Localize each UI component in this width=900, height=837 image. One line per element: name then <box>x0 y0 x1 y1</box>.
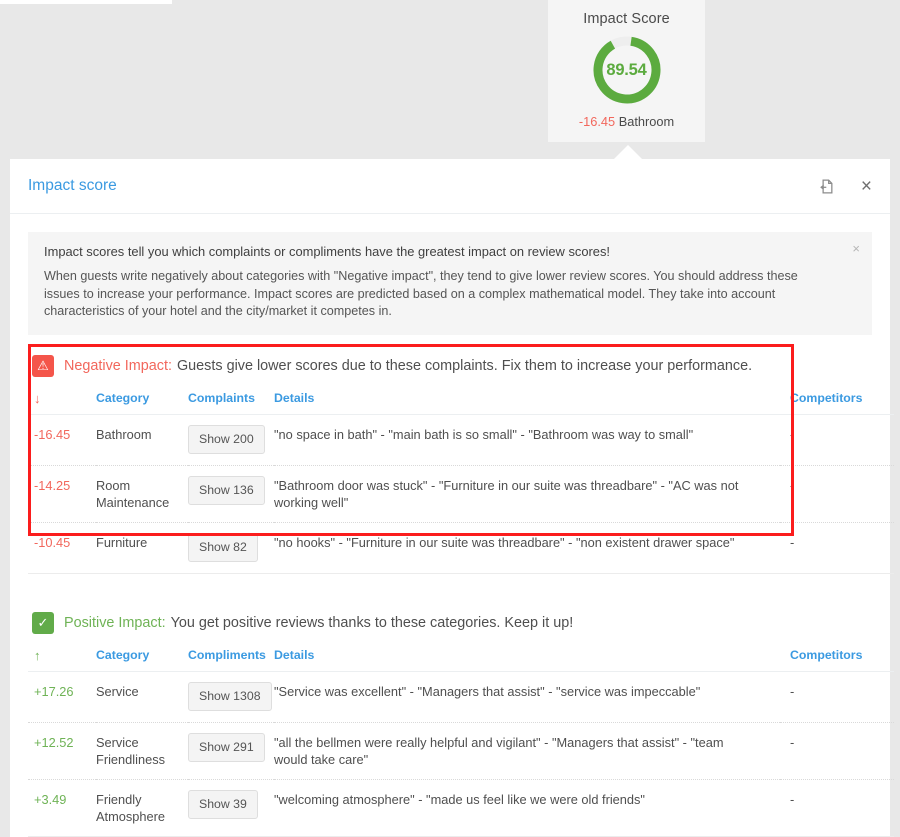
impact-score-subline: -16.45 Bathroom <box>548 114 705 129</box>
page-title: Impact score <box>28 177 117 194</box>
row-competitors: - <box>780 522 894 574</box>
row-score: -14.25 <box>28 465 96 523</box>
show-compliments-button[interactable]: Show 291 <box>188 732 265 762</box>
top-white-strip <box>0 0 172 4</box>
negative-impact-description: Guests give lower scores due to these co… <box>176 357 753 374</box>
panel-header: Impact score × <box>10 159 890 214</box>
export-icon[interactable] <box>816 177 835 196</box>
row-score: -16.45 <box>28 414 96 466</box>
column-header-category[interactable]: Category <box>96 386 188 415</box>
negative-impact-header: ⚠ Negative Impact: Guests give lower sco… <box>28 351 872 377</box>
row-competitors: - <box>780 414 894 466</box>
row-score: -10.45 <box>28 522 96 574</box>
row-category: Service <box>96 671 188 723</box>
positive-impact-label: Positive Impact: <box>64 614 166 631</box>
row-category: Service Friendliness <box>96 722 188 780</box>
impact-score-card-title: Impact Score <box>583 11 670 27</box>
row-count-cell: Show 200 <box>188 414 274 466</box>
show-compliments-button[interactable]: Show 39 <box>188 789 258 819</box>
row-competitors: - <box>780 671 894 723</box>
row-count-cell: Show 39 <box>188 779 274 837</box>
impact-score-sub-value: -16.45 <box>578 114 616 129</box>
sort-asc-arrow-icon[interactable]: ↑ <box>28 643 96 672</box>
row-competitors: - <box>780 722 894 780</box>
row-details: "no hooks" - "Furniture in our suite was… <box>274 522 780 574</box>
row-category: Bathroom <box>96 414 188 466</box>
row-category: Friendly Atmosphere <box>96 779 188 837</box>
row-details: "no space in bath" - "main bath is so sm… <box>274 414 780 466</box>
impact-score-sub-label: Bathroom <box>618 114 675 129</box>
show-complaints-button[interactable]: Show 82 <box>188 532 258 562</box>
positive-impact-description: You get positive reviews thanks to these… <box>170 614 574 631</box>
row-details: "all the bellmen were really helpful and… <box>274 722 780 780</box>
impact-score-card[interactable]: Impact Score 89.54 -16.45 Bathroom <box>548 0 705 142</box>
table-row: -10.45 Furniture Show 82 "no hooks" - "F… <box>28 522 894 574</box>
show-complaints-button[interactable]: Show 136 <box>188 475 265 505</box>
show-compliments-button[interactable]: Show 1308 <box>188 681 272 711</box>
popover-pointer <box>614 145 642 159</box>
row-score: +12.52 <box>28 722 96 780</box>
info-banner-close-icon[interactable]: × <box>852 242 860 255</box>
close-icon[interactable]: × <box>861 177 872 196</box>
row-count-cell: Show 136 <box>188 465 274 523</box>
column-header-details[interactable]: Details <box>274 643 780 672</box>
table-row: +17.26 Service Show 1308 "Service was ex… <box>28 671 894 723</box>
row-details: "welcoming atmosphere" - "made us feel l… <box>274 779 780 837</box>
row-details: "Service was excellent" - "Managers that… <box>274 671 780 723</box>
row-score: +17.26 <box>28 671 96 723</box>
sort-desc-arrow-icon[interactable]: ↓ <box>28 386 96 415</box>
row-score: +3.49 <box>28 779 96 837</box>
table-header-row: ↓ Category Complaints Details Competitor… <box>28 386 894 415</box>
row-competitors: - <box>780 779 894 837</box>
impact-score-value: 89.54 <box>606 60 647 79</box>
table-row: -14.25 Room Maintenance Show 136 "Bathro… <box>28 465 894 523</box>
column-header-details[interactable]: Details <box>274 386 780 415</box>
table-row: -16.45 Bathroom Show 200 "no space in ba… <box>28 414 894 466</box>
row-count-cell: Show 1308 <box>188 671 274 723</box>
negative-impact-label: Negative Impact: <box>64 357 172 374</box>
info-banner-title: Impact scores tell you which complaints … <box>44 244 610 259</box>
row-competitors: - <box>780 465 894 523</box>
table-row: +3.49 Friendly Atmosphere Show 39 "welco… <box>28 779 894 837</box>
row-category: Room Maintenance <box>96 465 188 523</box>
negative-impact-table: ↓ Category Complaints Details Competitor… <box>28 386 894 574</box>
impact-score-donut: 89.54 <box>591 34 663 106</box>
negative-impact-section: ⚠ Negative Impact: Guests give lower sco… <box>28 335 894 574</box>
column-header-competitors[interactable]: Competitors <box>780 643 894 672</box>
row-category: Furniture <box>96 522 188 574</box>
info-banner-body: When guests write negatively about categ… <box>44 269 798 318</box>
positive-impact-table: ↑ Category Compliments Details Competito… <box>28 643 894 837</box>
row-count-cell: Show 82 <box>188 522 274 574</box>
column-header-compliments[interactable]: Compliments <box>188 643 274 672</box>
show-complaints-button[interactable]: Show 200 <box>188 424 265 454</box>
check-icon: ✓ <box>32 611 54 634</box>
column-header-complaints[interactable]: Complaints <box>188 386 274 415</box>
positive-impact-section: ✓ Positive Impact: You get positive revi… <box>28 592 894 837</box>
column-header-competitors[interactable]: Competitors <box>780 386 894 415</box>
info-banner: Impact scores tell you which complaints … <box>28 232 872 335</box>
warning-icon: ⚠ <box>32 354 54 377</box>
row-count-cell: Show 291 <box>188 722 274 780</box>
column-header-category[interactable]: Category <box>96 643 188 672</box>
positive-impact-header: ✓ Positive Impact: You get positive revi… <box>28 608 872 634</box>
table-row: +12.52 Service Friendliness Show 291 "al… <box>28 722 894 780</box>
row-details: "Bathroom door was stuck" - "Furniture i… <box>274 465 780 523</box>
table-header-row: ↑ Category Compliments Details Competito… <box>28 643 894 672</box>
impact-score-panel: Impact score × Impact scores tell you wh… <box>10 159 894 837</box>
